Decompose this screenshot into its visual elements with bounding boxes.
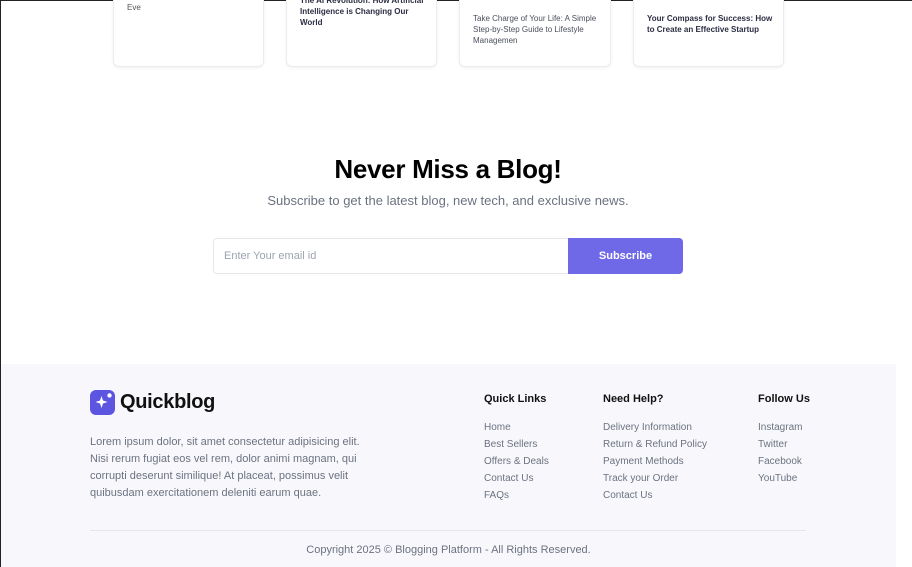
blog-card[interactable]: Take Charge of Your Life: A Simple Step-… bbox=[459, 0, 611, 67]
copyright-text: Copyright 2025 © Blogging Platform - All… bbox=[306, 544, 591, 556]
footer-logo[interactable]: Quickblog bbox=[90, 390, 215, 415]
email-input[interactable] bbox=[213, 238, 568, 274]
footer: Quickblog Lorem ipsum dolor, sit amet co… bbox=[1, 364, 896, 567]
footer-divider bbox=[90, 530, 806, 531]
footer-link-youtube[interactable]: YouTube bbox=[758, 470, 810, 487]
footer-link-home[interactable]: Home bbox=[484, 419, 549, 436]
quick-links-column: Quick Links Home Best Sellers Offers & D… bbox=[484, 393, 549, 504]
footer-link-track-order[interactable]: Track your Order bbox=[603, 470, 707, 487]
blog-card-text: Eve bbox=[127, 3, 141, 12]
blog-card[interactable]: Eve bbox=[113, 0, 264, 67]
footer-link-delivery-information[interactable]: Delivery Information bbox=[603, 419, 707, 436]
blog-card-description: Take Charge of Your Life: A Simple Step-… bbox=[473, 14, 597, 45]
footer-link-offers-deals[interactable]: Offers & Deals bbox=[484, 453, 549, 470]
blog-card-title: Your Compass for Success: How to Create … bbox=[647, 14, 773, 34]
follow-us-title: Follow Us bbox=[758, 393, 810, 405]
blog-card[interactable]: The AI Revolution: How Artificial Intell… bbox=[286, 0, 437, 67]
need-help-column: Need Help? Delivery Information Return &… bbox=[603, 393, 707, 504]
footer-link-instagram[interactable]: Instagram bbox=[758, 419, 810, 436]
footer-link-help-contact-us[interactable]: Contact Us bbox=[603, 487, 707, 504]
footer-link-best-sellers[interactable]: Best Sellers bbox=[484, 436, 549, 453]
need-help-title: Need Help? bbox=[603, 393, 664, 405]
footer-about-text: Lorem ipsum dolor, sit amet consectetur … bbox=[90, 436, 360, 499]
blog-card[interactable]: Your Compass for Success: How to Create … bbox=[633, 0, 784, 67]
footer-link-faqs[interactable]: FAQs bbox=[484, 487, 549, 504]
newsletter-subtitle: Subscribe to get the latest blog, new te… bbox=[267, 193, 629, 208]
brand-name: Quickblog bbox=[120, 391, 216, 413]
footer-link-payment-methods[interactable]: Payment Methods bbox=[603, 453, 707, 470]
newsletter-title: Never Miss a Blog! bbox=[334, 154, 562, 184]
footer-link-twitter[interactable]: Twitter bbox=[758, 436, 810, 453]
blog-card-title: The AI Revolution: How Artificial Intell… bbox=[300, 0, 424, 27]
follow-us-column: Follow Us Instagram Twitter Facebook You… bbox=[758, 393, 810, 487]
footer-link-facebook[interactable]: Facebook bbox=[758, 453, 810, 470]
subscribe-button[interactable]: Subscribe bbox=[568, 238, 683, 274]
footer-link-contact-us[interactable]: Contact Us bbox=[484, 470, 549, 487]
sparkle-logo-icon bbox=[90, 390, 115, 415]
footer-link-return-refund-policy[interactable]: Return & Refund Policy bbox=[603, 436, 707, 453]
quick-links-title: Quick Links bbox=[484, 393, 547, 405]
